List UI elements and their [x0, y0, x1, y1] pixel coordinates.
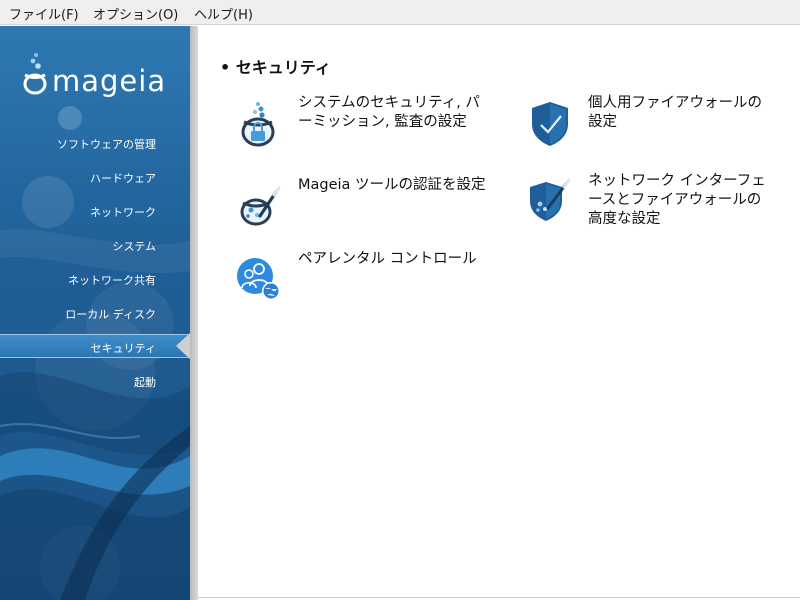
tool-system-security[interactable]: システムのセキュリティ, パーミッション, 監査の設定 [236, 95, 486, 152]
menu-help[interactable]: ヘルプ(H) [194, 4, 253, 23]
selection-pointer-icon [176, 333, 190, 359]
tool-authentication-icon [240, 186, 281, 226]
mageia-logo-icon [23, 53, 47, 95]
system-security-icon [241, 102, 275, 147]
tool-authentication-label: Mageia ツールの認証を設定 [298, 177, 486, 193]
bottom-border [198, 597, 800, 598]
tool-parental-control-label: ペアレンタル コントロール [298, 251, 477, 267]
network-firewall-icon [530, 178, 571, 221]
tool-network-firewall[interactable]: ネットワーク インターフェースとファイアウォールの高度な設定 [526, 173, 776, 230]
sidebar: mageia ソフトウェアの管理 ハードウェア ネットワーク システム ネットワ… [0, 26, 190, 600]
tool-personal-firewall-label: 個人用ファイアウォールの設定 [588, 95, 762, 130]
nav-item-software[interactable]: ソフトウェアの管理 [57, 136, 156, 152]
nav-item-boot[interactable]: 起動 [134, 374, 156, 390]
mageia-logo: mageia [22, 52, 182, 98]
section-title: • セキュリティ [220, 58, 331, 77]
parental-control-icon [237, 258, 280, 300]
tool-parental-control[interactable]: ペアレンタル コントロール [236, 251, 486, 304]
tool-personal-firewall[interactable]: 個人用ファイアウォールの設定 [526, 95, 776, 152]
menu-file[interactable]: ファイル(F) [9, 4, 79, 23]
menu-bar: ファイル(F) オプション(O) ヘルプ(H) [0, 0, 800, 25]
sidebar-divider [190, 26, 198, 600]
menu-options[interactable]: オプション(O) [93, 4, 178, 23]
nav-item-hardware[interactable]: ハードウェア [90, 170, 156, 186]
tool-network-firewall-label: ネットワーク インターフェースとファイアウォールの高度な設定 [588, 173, 766, 227]
tool-authentication[interactable]: Mageia ツールの認証を設定 [236, 177, 486, 230]
nav-item-network-sharing[interactable]: ネットワーク共有 [68, 272, 156, 288]
tool-system-security-label: システムのセキュリティ, パーミッション, 監査の設定 [298, 95, 480, 130]
nav-item-network[interactable]: ネットワーク [90, 204, 156, 220]
main-panel: • セキュリティ システムのセキュリティ, パーミッション, 監査の設定 個人用… [198, 26, 800, 600]
nav-item-security[interactable]: セキュリティ [91, 340, 156, 356]
nav-item-local-disks[interactable]: ローカル ディスク [65, 306, 156, 322]
nav-item-system[interactable]: システム [112, 238, 156, 254]
mageia-logo-text: mageia [52, 64, 167, 98]
firewall-shield-icon [532, 102, 568, 146]
